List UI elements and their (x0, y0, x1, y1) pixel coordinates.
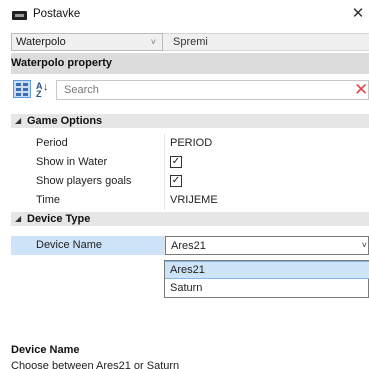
show-in-water-checkbox[interactable]: ✓ (170, 156, 182, 168)
property-name: Show in Water (11, 153, 165, 172)
collapse-toggle-icon[interactable]: ◢ (15, 116, 21, 125)
search-box: ✕ (56, 80, 369, 100)
dropdown-option-ares21[interactable]: Ares21 (165, 261, 369, 279)
property-value[interactable]: PERIOD (165, 134, 369, 153)
description-title: Device Name (11, 344, 80, 356)
description-text: Choose between Ares21 or Saturn (11, 360, 180, 369)
chevron-down-icon: ˅ (150, 37, 156, 47)
search-input[interactable] (64, 84, 324, 96)
category-label: Game Options (27, 115, 103, 127)
show-players-goals-checkbox[interactable]: ✓ (170, 175, 182, 187)
property-row-time[interactable]: Time VRIJEME (11, 191, 369, 210)
device-name-value: Ares21 (171, 240, 206, 252)
property-name: Show players goals (11, 172, 165, 191)
sport-select[interactable]: Waterpolo ˅ (11, 33, 163, 51)
close-button[interactable]: ✕ (347, 4, 369, 24)
category-label: Device Type (27, 213, 91, 225)
property-row-device-name[interactable]: Device Name Ares21 ˅ (11, 236, 369, 255)
sort-arrow-icon: ↓ (43, 81, 49, 93)
chevron-down-icon[interactable]: ˅ (362, 240, 367, 250)
categorized-view-icon[interactable] (13, 80, 31, 98)
save-button[interactable]: Spremi (163, 33, 369, 51)
title-bar: Postavke ✕ (0, 0, 369, 30)
device-dropdown-list: Ares21 Saturn (164, 260, 369, 298)
category-device-type[interactable]: ◢ Device Type (11, 212, 369, 226)
app-window-icon (12, 11, 27, 20)
save-button-label: Spremi (173, 36, 208, 48)
property-row-show-players-goals[interactable]: Show players goals ✓ (11, 172, 369, 191)
property-name: Time (11, 191, 165, 210)
sport-select-value: Waterpolo (16, 36, 66, 48)
device-name-select[interactable]: Ares21 ˅ (165, 236, 369, 255)
dropdown-option-saturn[interactable]: Saturn (165, 280, 369, 298)
collapse-toggle-icon[interactable]: ◢ (15, 214, 21, 223)
window-title: Postavke (33, 8, 81, 20)
description-panel: Device Name Choose between Ares21 or Sat… (11, 343, 369, 369)
property-value: ✓ (165, 153, 369, 172)
property-value: Ares21 ˅ (165, 236, 369, 255)
alphabetical-sort-icon[interactable]: A Z ↓ (35, 80, 51, 99)
property-panel-header: Waterpolo property (11, 53, 369, 74)
property-value: ✓ (165, 172, 369, 191)
clear-search-icon[interactable]: ✕ (354, 80, 368, 100)
alphabetical-sort-text: A Z (36, 81, 43, 99)
category-game-options[interactable]: ◢ Game Options (11, 114, 369, 128)
property-toolbar: A Z ↓ ✕ (11, 77, 369, 103)
property-value[interactable]: VRIJEME (165, 191, 369, 210)
property-name: Device Name (11, 236, 165, 255)
property-name: Period (11, 134, 165, 153)
property-row-show-in-water[interactable]: Show in Water ✓ (11, 153, 369, 172)
property-row-period[interactable]: Period PERIOD (11, 134, 369, 153)
property-panel-title: Waterpolo property (11, 57, 113, 69)
